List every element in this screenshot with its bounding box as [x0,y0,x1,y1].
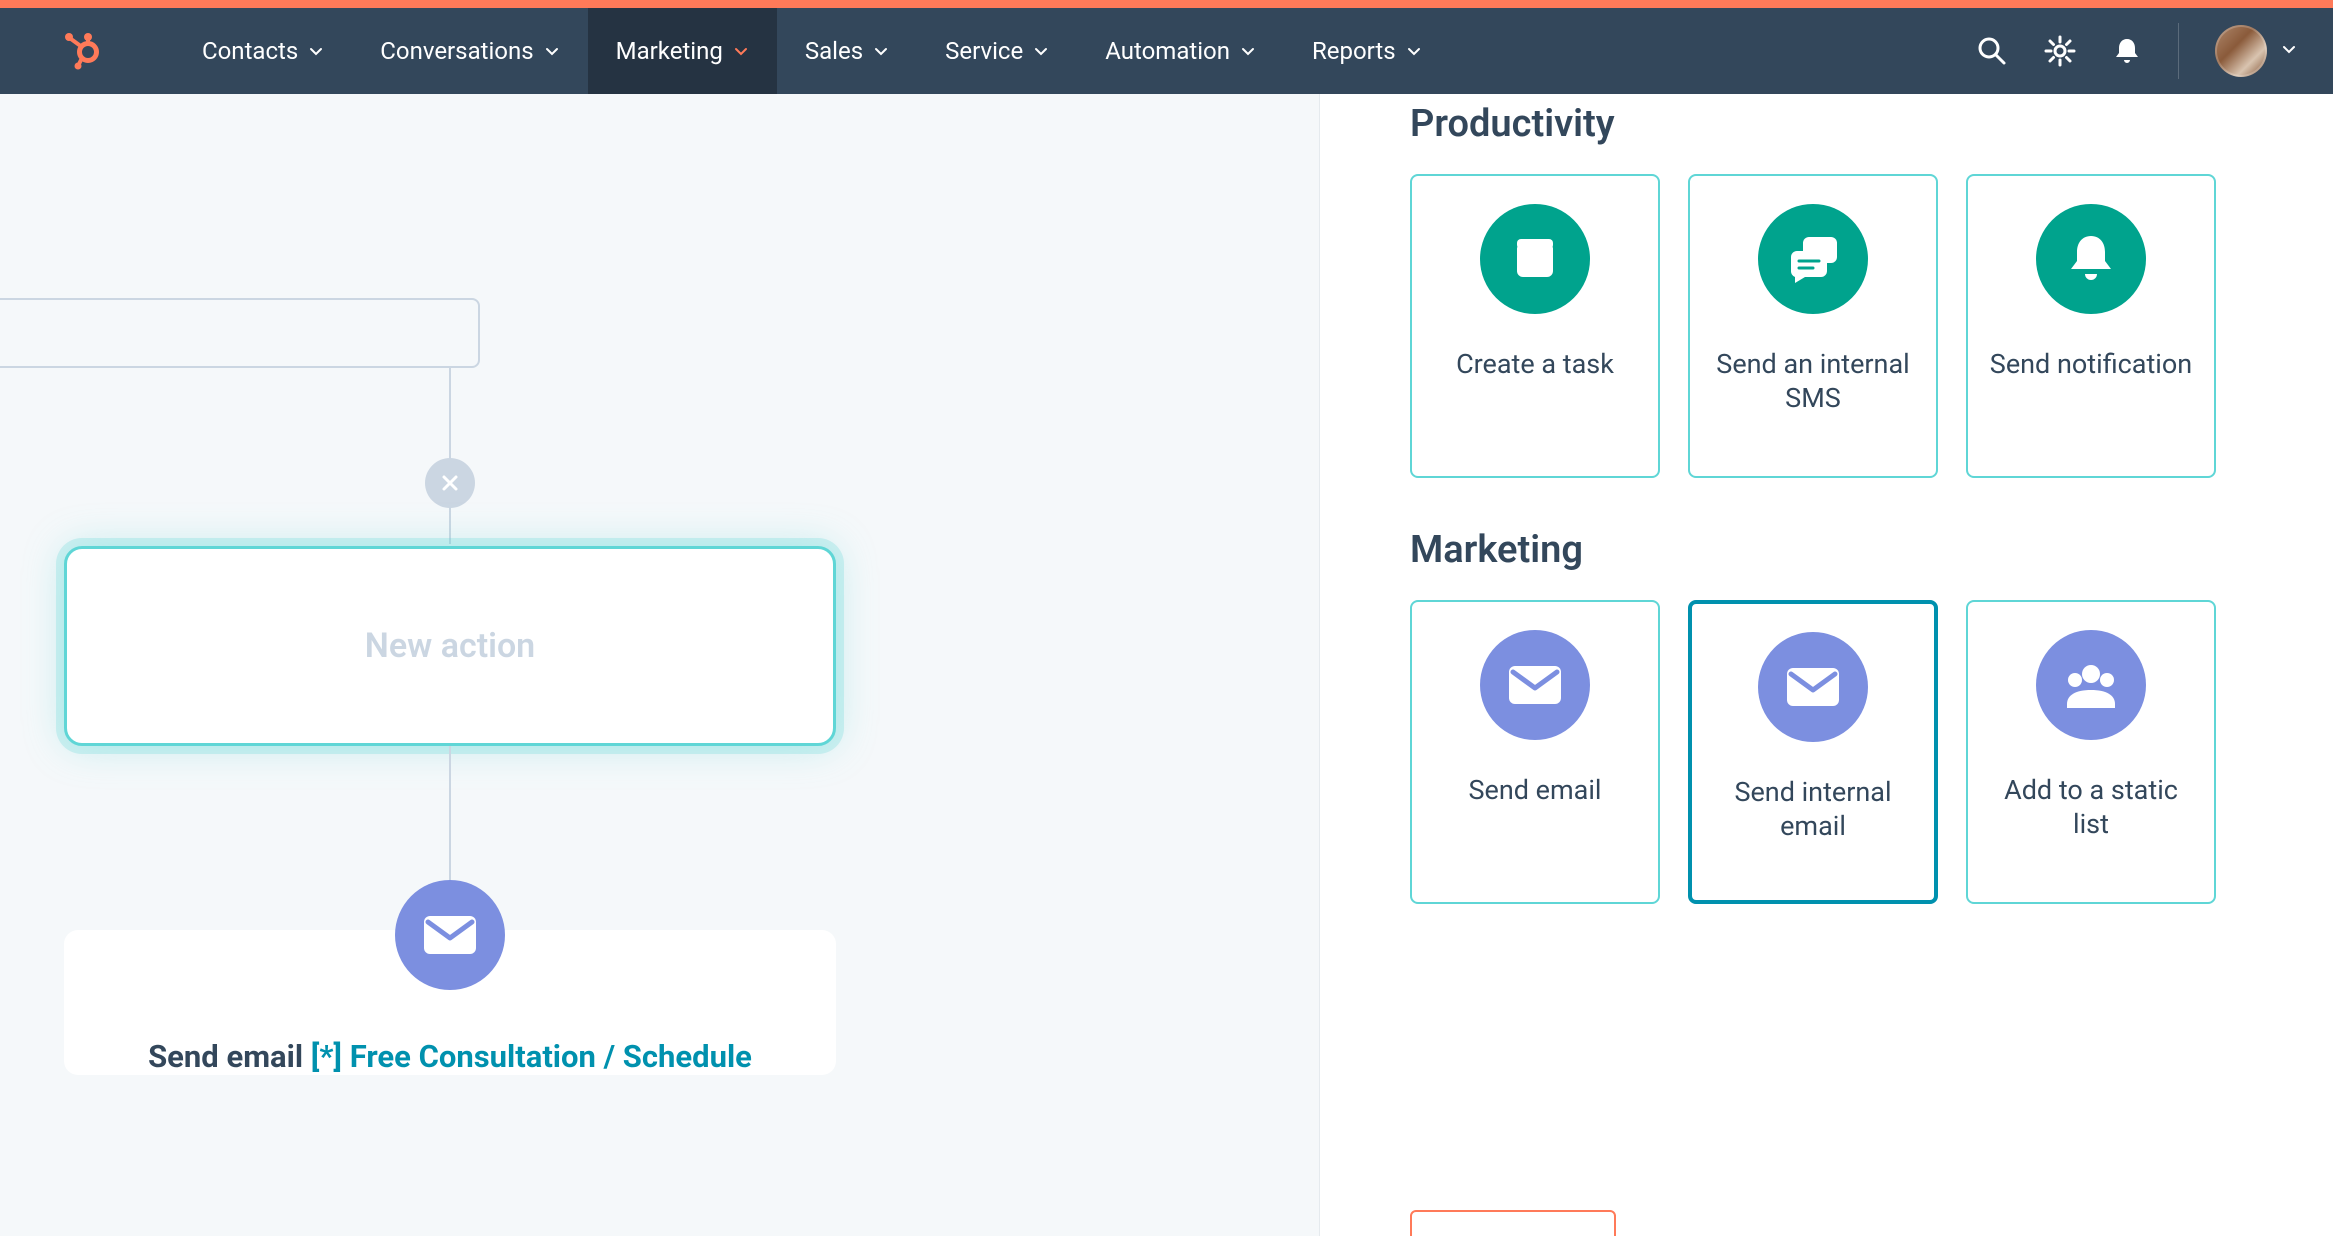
workflow-node-title: Send email [*] Free Consultation / Sched… [128,1038,772,1075]
hubspot-logo-icon[interactable] [60,29,104,73]
top-nav: Contacts Conversations Marketing Sales S… [0,8,2333,94]
action-card-send-notification[interactable]: Send notification [1966,174,2216,478]
chevron-down-icon [544,43,560,59]
bell-icon[interactable] [2112,36,2142,66]
action-card-add-to-static-list[interactable]: Add to a static list [1966,600,2216,904]
nav-label: Contacts [202,37,298,65]
action-card-label: Send notification [1990,348,2192,382]
action-card-label: Send internal email [1708,776,1918,844]
workflow-canvas[interactable]: New action Send email [*] Free Consultat… [0,94,1319,1236]
nav-right [1976,23,2297,79]
nav-sales[interactable]: Sales [777,8,917,94]
chevron-down-icon [1240,43,1256,59]
search-icon[interactable] [1976,35,2008,67]
chevron-down-icon [733,43,749,59]
panel-footer-button[interactable] [1410,1210,1616,1236]
action-card-label: Send email [1469,774,1602,808]
nav-conversations[interactable]: Conversations [352,8,587,94]
people-icon [2036,630,2146,740]
task-icon [1480,204,1590,314]
workspace: New action Send email [*] Free Consultat… [0,94,2333,1236]
nav-label: Service [945,37,1023,65]
nav-label: Automation [1105,37,1230,65]
node-title-link: [*] Free Consultation / Schedule [303,1038,752,1075]
nav-label: Marketing [616,37,723,65]
chevron-down-icon [1406,43,1422,59]
productivity-card-grid: Create a task Send an internal SMS Send … [1410,174,2243,478]
nav-marketing[interactable]: Marketing [588,8,777,94]
action-card-send-internal-email[interactable]: Send internal email [1688,600,1938,904]
new-action-label: New action [365,626,535,666]
action-card-label: Create a task [1456,348,1614,382]
mail-icon [395,880,505,990]
chevron-down-icon [1033,43,1049,59]
section-heading-marketing: Marketing [1410,528,2243,572]
chevron-down-icon [2281,41,2297,61]
nav-label: Reports [1312,37,1396,65]
nav-label: Sales [805,37,863,65]
action-card-send-email[interactable]: Send email [1410,600,1660,904]
workflow-previous-node[interactable] [0,298,480,368]
accent-bar [0,0,2333,8]
nav-contacts[interactable]: Contacts [174,8,352,94]
action-card-label: Add to a static list [1984,774,2198,842]
nav-items: Contacts Conversations Marketing Sales S… [174,8,1450,94]
node-title-prefix: Send email [148,1038,303,1075]
nav-reports[interactable]: Reports [1284,8,1450,94]
workflow-connector [449,368,451,544]
account-menu[interactable] [2215,25,2297,77]
sms-icon [1758,204,1868,314]
bell-icon [2036,204,2146,314]
action-card-label: Send an internal SMS [1706,348,1920,416]
avatar [2215,25,2267,77]
mail-icon [1758,632,1868,742]
new-action-card[interactable]: New action [64,546,836,746]
action-card-create-task[interactable]: Create a task [1410,174,1660,478]
gear-icon[interactable] [2044,35,2076,67]
section-heading-productivity: Productivity [1410,102,2243,146]
action-card-send-internal-sms[interactable]: Send an internal SMS [1688,174,1938,478]
chevron-down-icon [873,43,889,59]
nav-divider [2178,23,2179,79]
workflow-next-node[interactable]: Send email [*] Free Consultation / Sched… [64,930,836,1075]
mail-icon [1480,630,1590,740]
marketing-card-grid: Send email Send internal email Add to a … [1410,600,2243,904]
action-picker-panel: Productivity Create a task Send an inter… [1319,94,2333,1236]
nav-service[interactable]: Service [917,8,1077,94]
nav-automation[interactable]: Automation [1077,8,1284,94]
chevron-down-icon [308,43,324,59]
nav-label: Conversations [380,37,533,65]
remove-node-button[interactable] [425,458,475,508]
